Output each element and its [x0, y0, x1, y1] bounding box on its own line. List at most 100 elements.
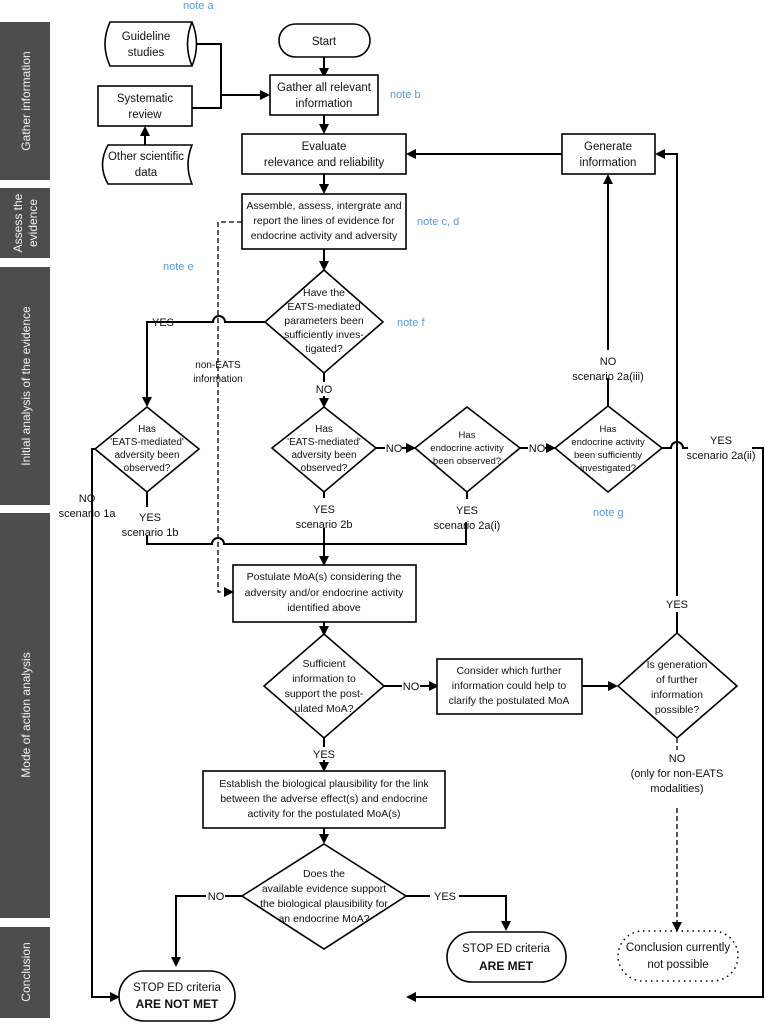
node-text: EATS-mediated: [287, 301, 360, 313]
label-no: NO: [386, 443, 403, 455]
node-text: an endocrine MoA?: [278, 913, 369, 925]
node-assemble-evidence[interactable]: Assemble, assess, intergrate and report …: [241, 193, 407, 250]
node-text: Evaluate: [302, 141, 347, 153]
node-text: information: [296, 98, 353, 110]
label-no-2aiii: NO: [600, 356, 617, 368]
node-text: endocrine activity and adversity: [251, 230, 398, 242]
node-evaluate[interactable]: Evaluate relevance and reliability: [241, 133, 407, 175]
label-no: NO: [403, 681, 420, 693]
band-label: Conclusion: [19, 942, 33, 1001]
node-text: Have the: [303, 287, 345, 299]
decision-eats-investigated[interactable]: Have the EATS-mediated parameters been s…: [263, 268, 385, 375]
node-text: ulated MoA?: [295, 703, 354, 715]
node-text: identified above: [287, 602, 361, 614]
node-text: endocrine activity: [430, 443, 504, 454]
node-text: observed?: [124, 463, 171, 474]
decision-endocrine-investigated[interactable]: Has endocrine activity been sufficiently…: [553, 404, 664, 494]
node-text: Guideline: [122, 31, 171, 43]
node-text: of further: [656, 674, 699, 686]
terminal-ed-criteria-not-met[interactable]: STOP ED criteria ARE NOT MET: [118, 970, 236, 1022]
node-postulate-moa[interactable]: Postulate MoA(s) considering the adversi…: [232, 564, 417, 623]
node-text: studies: [128, 47, 165, 59]
label-yes-2aii: scenario 2a(ii): [686, 450, 755, 462]
band-label: evidence: [26, 199, 40, 247]
label-yes-2b: YES: [313, 504, 335, 516]
node-gather-information[interactable]: Gather all relevant information: [269, 74, 379, 116]
node-text: ARE MET: [479, 959, 534, 973]
note-e: note e: [163, 261, 194, 273]
node-text: the biological plausibility for: [260, 898, 388, 910]
node-text: Postulate MoA(s) considering the: [247, 571, 402, 583]
node-consider-further-information[interactable]: Consider which further information could…: [436, 658, 583, 715]
decision-eats-adversity-mid[interactable]: Has 'EATS-mediated' adversity been obser…: [270, 405, 378, 494]
label-no-non-eats: (only for non-EATS: [631, 768, 724, 780]
terminal-conclusion-not-possible[interactable]: Conclusion currently not possible: [617, 930, 739, 982]
node-text: Start: [312, 36, 337, 48]
decision-eats-adversity-left[interactable]: Has 'EATS-mediated' adversity been obser…: [93, 405, 201, 494]
label-yes: YES: [313, 749, 335, 761]
label-no: NO: [529, 443, 546, 455]
band-mode-of-action: Mode of action analysis: [0, 513, 50, 918]
note-a: note a: [183, 0, 214, 12]
terminal-ed-criteria-met[interactable]: STOP ED criteria ARE MET: [446, 931, 567, 983]
label-yes-1b: YES: [139, 512, 161, 524]
node-guideline-studies[interactable]: Guideline studies: [104, 21, 198, 67]
note-c-d: note c, d: [417, 216, 459, 228]
label-no-2aiii: scenario 2a(iii): [572, 371, 644, 383]
decision-generation-possible[interactable]: Is generation of further information pos…: [616, 631, 739, 740]
node-text: review: [128, 109, 162, 121]
node-text: Consider which further: [456, 665, 562, 677]
label-yes-2ai: scenario 2a(i): [434, 520, 501, 532]
note-f: note f: [397, 317, 425, 329]
node-text: adversity and/or endocrine activity: [245, 587, 404, 599]
node-text: not possible: [647, 959, 708, 971]
node-systematic-review[interactable]: Systematic review: [97, 85, 193, 127]
label-no-non-eats: NO: [669, 753, 686, 765]
node-text: STOP ED criteria: [133, 982, 221, 994]
label-yes-1b: scenario 1b: [122, 527, 179, 539]
band-label: Gather information: [19, 51, 33, 150]
node-text: clarify the postulated MoA: [449, 695, 570, 707]
node-text: Assemble, assess, intergrate and: [246, 200, 401, 212]
label-no: NO: [208, 891, 225, 903]
node-text: sufficiently inves-: [284, 329, 364, 341]
node-text: Has: [600, 424, 617, 435]
node-text: report the lines of evidence for: [253, 215, 395, 227]
decision-endocrine-observed[interactable]: Has endocrine activity been observed?: [413, 405, 522, 494]
connectors: [91, 43, 764, 1002]
node-establish-plausibility[interactable]: Establish the biological plausibility fo…: [202, 770, 446, 829]
band-label: Mode of action analysis: [19, 652, 33, 777]
node-text: ARE NOT MET: [136, 997, 219, 1011]
node-other-scientific-data[interactable]: Other scientific data: [101, 144, 194, 185]
node-text: STOP ED criteria: [462, 943, 550, 955]
node-text: parameters been: [284, 315, 364, 327]
node-text: tigated?: [305, 343, 343, 355]
node-text: Systematic: [117, 93, 173, 105]
node-text: investigated?: [580, 463, 636, 474]
band-label: Assess the: [11, 193, 25, 252]
node-text: Establish the biological plausibility fo…: [219, 778, 429, 790]
decision-evidence-supports[interactable]: Does the available evidence support the …: [240, 843, 408, 950]
band-gather-information: Gather information: [0, 22, 50, 180]
label-no-1a: scenario 1a: [59, 508, 117, 520]
label-no: NO: [316, 384, 333, 396]
label-yes-2b: scenario 2b: [296, 519, 353, 531]
label-yes-2aii: YES: [710, 435, 732, 447]
decision-sufficient-information[interactable]: Sufficient information to support the po…: [262, 632, 386, 740]
node-text: 'EATS-mediated': [110, 437, 184, 448]
node-text: 'EATS-mediated': [287, 437, 361, 448]
node-text: been sufficiently: [574, 450, 642, 461]
note-b: note b: [390, 89, 421, 101]
label-yes: YES: [152, 317, 174, 329]
node-text: Has: [138, 424, 156, 435]
node-text: endocrine activity: [571, 437, 645, 448]
band-label: Initial analysis of the evidence: [19, 306, 33, 466]
band-assess-evidence: Assess the evidence: [0, 188, 50, 258]
node-text: relevance and reliability: [264, 157, 384, 169]
node-text: adversity been: [114, 450, 179, 461]
node-text: information could help to: [452, 680, 567, 692]
node-start[interactable]: Start: [278, 23, 371, 58]
node-text: Gather all relevant: [277, 82, 372, 94]
node-generate-information[interactable]: Generate information: [561, 133, 656, 175]
node-text: support the post-: [285, 688, 364, 700]
